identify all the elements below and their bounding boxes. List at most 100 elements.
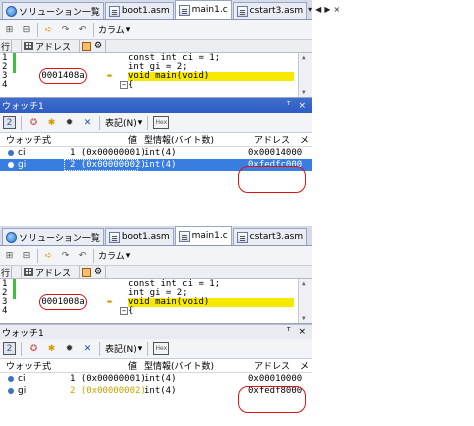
pin-icon[interactable]: ᵀ — [287, 327, 290, 337]
tab-list-icon[interactable]: ▾ — [308, 5, 312, 14]
watch-settings-icon[interactable]: ✪ — [27, 116, 40, 129]
solution-icon — [6, 5, 17, 17]
hex-display-icon[interactable]: Hex — [153, 116, 170, 129]
event-column-header[interactable]: ⚙ — [80, 40, 106, 52]
variable-icon — [8, 150, 14, 156]
close-icon[interactable]: × — [298, 101, 306, 111]
address-value: 0001008a — [39, 294, 87, 310]
document-icon — [236, 231, 248, 243]
delete-watch-icon[interactable]: ✹ — [63, 116, 76, 129]
delete-watch-icon[interactable]: ✹ — [63, 342, 76, 355]
redo-icon[interactable]: ↷ — [59, 249, 72, 262]
editor-column-header: 行 アドレス ⚙ — [0, 40, 312, 53]
bookmark-icon[interactable]: ⊞ — [3, 23, 16, 36]
notation-dropdown[interactable]: 表記(N) ▾ — [105, 116, 143, 130]
ide-panel-top: ソリューション一覧 boot1.asm main1.c cstart3.asm … — [0, 0, 340, 193]
collapse-icon[interactable]: − — [120, 81, 128, 89]
watch-row-ci[interactable]: ci 1 (0x00000001) int(4) 0x00014000 — [0, 147, 312, 159]
close-icon[interactable]: × — [298, 327, 306, 337]
solution-icon — [6, 231, 17, 243]
chevron-down-icon: ▾ — [137, 117, 143, 128]
settings-icon: ⚙ — [94, 267, 103, 277]
line-column-header[interactable]: 行 — [0, 40, 12, 53]
source-editor[interactable]: 1 const int ci = 1; 2 int gi = 2; 3 void ma… — [0, 279, 312, 324]
program-counter-arrow-icon: ➨ — [107, 71, 114, 82]
tab-solution-list[interactable]: ソリューション一覧 — [2, 2, 104, 19]
tab-scroll-left-icon[interactable]: ◀ — [315, 5, 321, 14]
toolbar-separator — [93, 22, 94, 37]
variable-icon — [8, 376, 14, 382]
editor-toolbar: ⊞ ⊟ ➪ ↷ ↶ カラム ▾ — [0, 20, 312, 40]
breakpoint-icon — [82, 41, 91, 51]
document-tab-bar: ソリューション一覧 boot1.asm main1.c cstart3.asm — [0, 226, 312, 246]
document-icon — [108, 5, 120, 17]
undo-icon[interactable]: ↶ — [76, 23, 89, 36]
watch-column-header: ウォッチ式 値 型情報(バイト数) アドレス メ — [0, 133, 312, 147]
refresh-icon[interactable]: 2 — [3, 342, 16, 355]
watch-type-header[interactable]: 型情報(バイト数) — [144, 133, 214, 146]
add-watch-icon[interactable]: ✱ — [45, 342, 58, 355]
notation-dropdown[interactable]: 表記(N) ▾ — [105, 342, 142, 356]
watch-row-ci[interactable]: ci 1 (0x00000001) int(4) 0x00010000 — [0, 373, 312, 385]
go-to-icon[interactable]: ➪ — [42, 249, 55, 262]
watch-memo-header[interactable]: メ — [300, 133, 309, 146]
watch-expr-header[interactable]: ウォッチ式 — [6, 133, 51, 146]
watch-panel-title-bar: ウォッチ1 ᵀ × — [0, 98, 312, 113]
undo-icon[interactable]: ↶ — [76, 249, 89, 262]
variable-icon — [8, 388, 14, 394]
tab-main1-c[interactable]: main1.c — [174, 226, 232, 245]
redo-icon[interactable]: ↷ — [59, 23, 72, 36]
watch-value-header[interactable]: 値 — [128, 133, 137, 146]
document-icon — [236, 5, 248, 17]
collapse-icon[interactable]: − — [120, 307, 128, 315]
tab-boot1-asm[interactable]: boot1.asm — [104, 2, 174, 19]
tab-main1-c[interactable]: main1.c — [174, 0, 232, 19]
refresh-icon[interactable]: 2 — [3, 116, 16, 129]
grid-icon — [24, 42, 33, 50]
address-highlight-oval — [238, 166, 306, 193]
watch-address-header[interactable]: アドレス — [254, 133, 290, 146]
watch-memo-header[interactable]: メ — [300, 359, 309, 372]
watch-column-header: ウォッチ式 値 型情報(バイト数) アドレス メ — [0, 359, 312, 373]
address-value: 0001408a — [39, 68, 87, 84]
column-dropdown[interactable]: カラム ▾ — [98, 23, 130, 37]
bookmark-icon[interactable]: ⊞ — [3, 249, 16, 262]
tab-boot1-asm[interactable]: boot1.asm — [104, 228, 174, 245]
document-icon — [108, 231, 120, 243]
delete-icon[interactable]: ✕ — [81, 342, 94, 355]
tab-cstart3-asm[interactable]: cstart3.asm — [232, 228, 308, 245]
watch-type-header[interactable]: 型情報(バイト数) — [144, 359, 214, 372]
close-icon[interactable]: × — [333, 5, 340, 14]
vertical-scrollbar[interactable] — [298, 279, 312, 323]
grid-icon — [24, 268, 33, 276]
watch-settings-icon[interactable]: ✪ — [27, 342, 40, 355]
pin-icon[interactable]: ᵀ — [287, 101, 290, 111]
bookmark-next-icon[interactable]: ⊟ — [20, 249, 33, 262]
tab-solution-list[interactable]: ソリューション一覧 — [2, 228, 104, 245]
address-column-header[interactable]: アドレス — [22, 40, 80, 53]
vertical-scrollbar[interactable] — [298, 53, 312, 97]
column-dropdown[interactable]: カラム ▾ — [98, 249, 130, 263]
hex-display-icon[interactable]: Hex — [153, 342, 170, 355]
ide-panel-bottom: ソリューション一覧 boot1.asm main1.c cstart3.asm … — [0, 226, 312, 413]
tab-scroll-right-icon[interactable]: ▶ — [324, 5, 330, 14]
delete-icon[interactable]: ✕ — [81, 116, 94, 129]
document-tab-bar: ソリューション一覧 boot1.asm main1.c cstart3.asm … — [0, 0, 340, 20]
go-to-icon[interactable]: ➪ — [42, 23, 55, 36]
document-icon — [178, 4, 190, 16]
address-column-header[interactable]: アドレス — [22, 266, 80, 279]
document-icon — [178, 230, 190, 242]
event-column-header[interactable]: ⚙ — [80, 266, 106, 278]
add-watch-icon[interactable]: ✱ — [45, 116, 58, 129]
watch-expr-header[interactable]: ウォッチ式 — [6, 359, 51, 372]
variable-icon — [8, 162, 14, 168]
address-highlight-oval — [238, 386, 306, 413]
watch-value-header[interactable]: 値 — [128, 359, 137, 372]
watch-toolbar: 2 ✪ ✱ ✹ ✕ 表記(N) ▾ Hex — [0, 113, 312, 133]
tab-cstart3-asm[interactable]: cstart3.asm — [232, 2, 308, 19]
watch-address-header[interactable]: アドレス — [254, 359, 290, 372]
bookmark-next-icon[interactable]: ⊟ — [20, 23, 33, 36]
line-column-header[interactable]: 行 — [0, 266, 12, 279]
source-editor[interactable]: 1 const int ci = 1; 2 int gi = 2; 3 void ma… — [0, 53, 312, 98]
editor-toolbar: ⊞ ⊟ ➪ ↷ ↶ カラム ▾ — [0, 246, 312, 266]
